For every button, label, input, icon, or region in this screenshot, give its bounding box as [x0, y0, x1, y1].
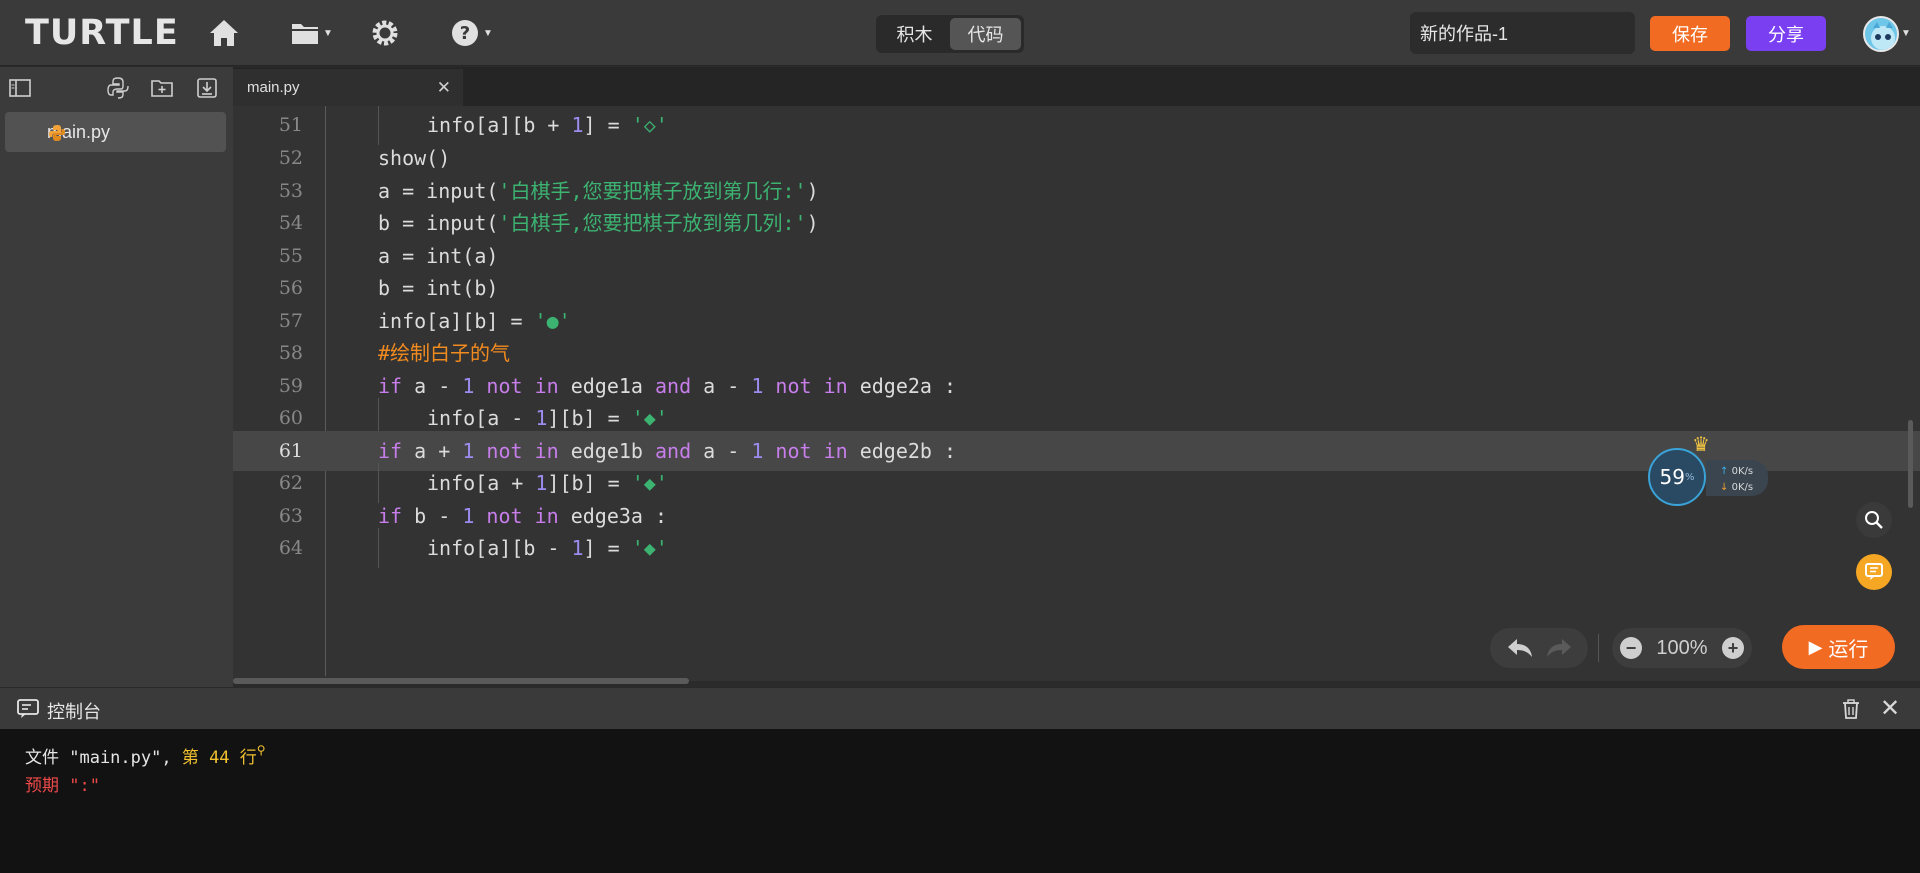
file-sidebar: main.py: [0, 67, 233, 687]
vertical-scrollbar[interactable]: [1908, 420, 1913, 508]
upload-arrow-icon: ↑: [1720, 466, 1729, 477]
crown-icon: ♛: [1692, 434, 1710, 456]
code-text: info[a][b - 1] = '◆': [427, 536, 668, 560]
console-error-message: 预期 ":": [25, 776, 100, 796]
help-menu-button[interactable]: ? ▼: [450, 15, 493, 51]
zoom-control: − 100% +: [1612, 628, 1752, 668]
console-error-location[interactable]: 第 44 行: [182, 748, 257, 768]
file-tree-item[interactable]: main.py: [5, 112, 226, 152]
download-icon[interactable]: [195, 76, 219, 100]
code-editor[interactable]: 51 info[a][b + 1] = '◇' 52 show() 53 a =…: [233, 106, 1920, 681]
file-menu-button[interactable]: ▼: [290, 15, 333, 51]
line-number: 64: [278, 537, 303, 559]
usage-percent: 59: [1659, 465, 1685, 489]
home-icon: [210, 20, 238, 46]
python-file-icon: [49, 125, 65, 141]
console-header: 控制台 ✕: [0, 687, 1920, 729]
download-arrow-icon: ↓: [1720, 482, 1729, 493]
divider: [1598, 634, 1599, 662]
zoom-level: 100%: [1656, 636, 1708, 659]
tab-blocks[interactable]: 积木: [879, 18, 950, 50]
close-icon[interactable]: ✕: [1880, 694, 1900, 723]
project-title-input[interactable]: [1410, 12, 1635, 54]
assistant-icon: [1865, 563, 1883, 580]
chevron-down-icon[interactable]: ▼: [1901, 28, 1911, 39]
avatar-image: [1871, 22, 1895, 50]
run-label: 运行: [1828, 638, 1869, 661]
close-icon[interactable]: ✕: [437, 78, 451, 98]
home-button[interactable]: [208, 15, 240, 51]
trash-icon[interactable]: [1840, 698, 1862, 720]
top-bar: TURTLE ▼ ? ▼ 积木 代码 保存 分享 ▼: [0, 0, 1920, 66]
console-line-prefix: 文件 "main.py",: [25, 748, 182, 768]
assistant-button[interactable]: [1856, 554, 1892, 590]
search-icon: [1865, 511, 1883, 529]
mode-switch: 积木 代码: [876, 15, 1024, 53]
code-line: 64 info[a][b - 1] = '◆': [233, 528, 1920, 568]
horizontal-scrollbar[interactable]: [233, 678, 689, 684]
toggle-sidebar-icon[interactable]: [8, 76, 32, 100]
folder-icon: [292, 24, 318, 44]
save-button[interactable]: 保存: [1650, 16, 1730, 51]
redo-icon[interactable]: [1545, 637, 1573, 659]
help-icon: ?: [452, 20, 478, 46]
share-button[interactable]: 分享: [1746, 16, 1826, 51]
app-logo: TURTLE: [25, 13, 179, 53]
zoom-in-button[interactable]: +: [1722, 637, 1744, 659]
search-icon[interactable]: ⚲: [257, 743, 266, 757]
undo-icon[interactable]: [1506, 637, 1534, 659]
avatar[interactable]: [1863, 16, 1899, 52]
console-output: 文件 "main.py", 第 44 行⚲ 预期 ":": [0, 729, 1920, 873]
console-line: 文件 "main.py", 第 44 行⚲: [25, 743, 266, 768]
network-monitor-widget[interactable]: ↑ 0K/s ↓ 0K/s 59% ♛: [1648, 434, 1768, 506]
chevron-down-icon: ▼: [323, 27, 333, 39]
console-icon: [17, 699, 39, 718]
tab-code[interactable]: 代码: [950, 18, 1021, 50]
gear-icon: [372, 20, 398, 46]
sidebar-toolbar: [0, 67, 233, 107]
net-speeds: ↑ 0K/s ↓ 0K/s: [1706, 460, 1768, 496]
tab-label: main.py: [247, 79, 300, 96]
svg-text:?: ?: [460, 23, 470, 44]
search-button[interactable]: [1856, 502, 1892, 538]
chevron-down-icon: ▼: [483, 27, 493, 39]
indent-guide: [378, 528, 379, 568]
run-button[interactable]: ▶ 运行: [1782, 625, 1895, 669]
new-folder-icon[interactable]: [150, 76, 174, 100]
play-icon: ▶: [1808, 636, 1823, 657]
tab-main-py[interactable]: main.py ✕: [233, 69, 463, 106]
editor-tab-bar: main.py ✕: [233, 67, 1920, 106]
upload-speed: 0K/s: [1731, 466, 1754, 477]
settings-button[interactable]: [370, 15, 400, 51]
download-speed: 0K/s: [1731, 482, 1754, 493]
new-python-file-icon[interactable]: [106, 76, 130, 100]
console-title: 控制台: [47, 702, 101, 722]
usage-percent-sign: %: [1684, 471, 1695, 483]
zoom-out-button[interactable]: −: [1620, 637, 1642, 659]
history-controls: [1490, 628, 1588, 668]
